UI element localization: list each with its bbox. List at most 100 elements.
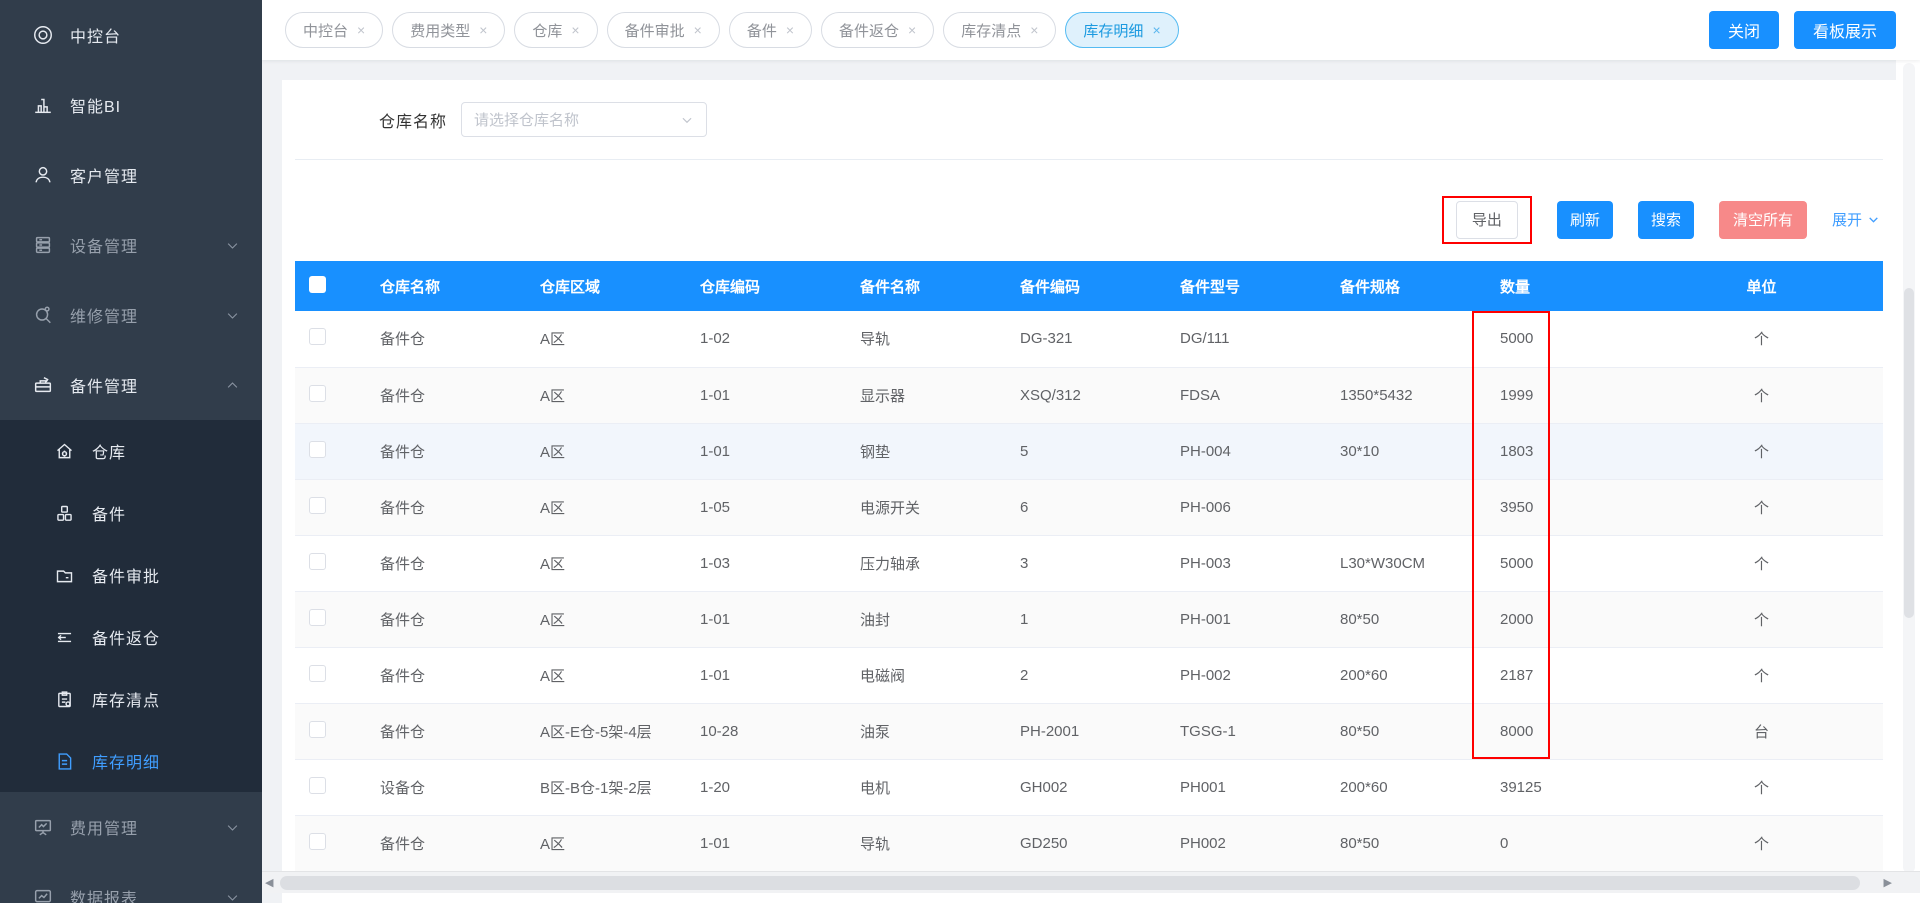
close-icon[interactable]: × xyxy=(908,23,916,37)
table-row[interactable]: 备件仓 A区 1-01 电磁阀 2 PH-002 200*60 2187 个 xyxy=(295,647,1883,704)
row-checkbox[interactable] xyxy=(309,664,326,682)
table-row[interactable]: 备件仓 A区-E仓-5架-4层 10-28 油泵 PH-2001 TGSG-1 80*50 8… xyxy=(295,703,1883,760)
column-header-备件规格: 备件规格 xyxy=(1320,261,1480,311)
close-icon[interactable]: × xyxy=(786,23,794,37)
cell-备件名称: 电源开关 xyxy=(840,479,1000,536)
tab-label: 备件审批 xyxy=(624,22,685,40)
cell-仓库编码: 1-01 xyxy=(680,423,840,480)
tab-备件审批[interactable]: 备件审批 × xyxy=(606,12,720,48)
column-header-仓库编码: 仓库编码 xyxy=(680,261,840,311)
cell-备件编码: 5 xyxy=(1000,423,1160,480)
table-row[interactable]: 备件仓 A区 1-05 电源开关 6 PH-006 3950 个 xyxy=(295,479,1883,536)
row-checkbox[interactable] xyxy=(309,608,326,626)
close-icon[interactable]: × xyxy=(357,23,365,37)
row-checkbox[interactable] xyxy=(309,384,326,402)
cell-备件编码: GD250 xyxy=(1000,815,1160,872)
expand-label: 展开 xyxy=(1831,212,1862,229)
sidebar-item-备件审批[interactable]: 备件审批 xyxy=(0,544,262,606)
tab-仓库[interactable]: 仓库 × xyxy=(514,12,598,48)
tab-中控台[interactable]: 中控台 × xyxy=(285,12,384,48)
vertical-scrollbar[interactable] xyxy=(1903,63,1915,873)
chevron-up-icon xyxy=(225,378,240,393)
cell-仓库名称: 备件仓 xyxy=(360,311,520,368)
close-icon[interactable]: × xyxy=(1152,23,1160,37)
row-checkbox[interactable] xyxy=(309,832,326,850)
scroll-left-icon[interactable]: ◀ xyxy=(265,876,273,889)
cell-备件规格: 200*60 xyxy=(1320,647,1480,704)
sidebar-item-库存明细[interactable]: 库存明细 xyxy=(0,730,262,792)
sidebar-item-label: 库存清点 xyxy=(92,693,161,710)
table-row[interactable]: 备件仓 A区 1-01 钢垫 5 PH-004 30*10 1803 个 xyxy=(295,423,1883,480)
tab-备件返仓[interactable]: 备件返仓 × xyxy=(821,12,935,48)
row-checkbox[interactable] xyxy=(309,720,326,738)
sidebar-item-仓库[interactable]: 仓库 xyxy=(0,420,262,482)
sidebar-item-备件返仓[interactable]: 备件返仓 xyxy=(0,606,262,668)
sidebar-item-费用管理[interactable]: 费用管理 xyxy=(0,792,262,862)
board-display-button[interactable]: 看板展示 xyxy=(1793,11,1896,49)
horizontal-scrollbar-thumb[interactable] xyxy=(280,876,1860,890)
cell-备件名称: 导轨 xyxy=(840,815,1000,872)
sidebar-item-中控台[interactable]: 中控台 xyxy=(0,0,262,70)
sidebar-item-设备管理[interactable]: 设备管理 xyxy=(0,210,262,280)
cell-仓库名称: 设备仓 xyxy=(360,759,520,816)
sidebar-item-label: 费用管理 xyxy=(70,821,139,838)
column-header-备件名称: 备件名称 xyxy=(840,261,1000,311)
expand-link[interactable]: 展开 xyxy=(1832,209,1880,230)
export-button[interactable]: 导出 xyxy=(1455,200,1518,239)
sidebar-item-维修管理[interactable]: 维修管理 xyxy=(0,280,262,350)
sidebar-item-客户管理[interactable]: 客户管理 xyxy=(0,140,262,210)
sidebar-item-label: 中控台 xyxy=(70,29,122,46)
table-row[interactable]: 备件仓 A区 1-01 油封 1 PH-001 80*50 2000 个 xyxy=(295,591,1883,648)
tab-库存明细[interactable]: 库存明细 × xyxy=(1065,12,1179,48)
cell-仓库名称: 备件仓 xyxy=(360,647,520,704)
sidebar-item-label: 数据报表 xyxy=(70,891,139,903)
sidebar-item-库存清点[interactable]: 库存清点 xyxy=(0,668,262,730)
row-checkbox[interactable] xyxy=(309,440,326,458)
cell-单位: 个 xyxy=(1640,367,1883,424)
select-all-checkbox[interactable] xyxy=(309,275,326,293)
row-checkbox[interactable] xyxy=(309,776,326,794)
scroll-right-icon[interactable]: ▶ xyxy=(1884,876,1892,889)
repair-icon xyxy=(32,304,54,326)
sidebar: 中控台智能BI 客户管理设备管理维修管理 备件管理 仓库 备件 备件审批 备件返仓库存清点… xyxy=(0,0,262,903)
cell-单位: 个 xyxy=(1640,311,1883,368)
table-row[interactable]: 备件仓 A区 1-01 导轨 GD250 PH002 80*50 0 个 xyxy=(295,815,1883,872)
cell-备件型号: PH-004 xyxy=(1160,423,1320,480)
cell-仓库编码: 1-05 xyxy=(680,479,840,536)
tab-费用类型[interactable]: 费用类型 × xyxy=(392,12,506,48)
search-button[interactable]: 搜索 xyxy=(1637,200,1694,239)
warehouse-select[interactable]: 请选择仓库名称 xyxy=(461,102,708,137)
sidebar-item-智能BI[interactable]: 智能BI xyxy=(0,70,262,140)
horizontal-scrollbar[interactable]: ◀ ▶ xyxy=(262,871,1920,893)
clear-all-button[interactable]: 清空所有 xyxy=(1718,200,1807,239)
cell-数量: 39125 xyxy=(1480,759,1640,816)
cell-备件编码: DG-321 xyxy=(1000,311,1160,368)
sidebar-item-备件[interactable]: 备件 xyxy=(0,482,262,544)
cell-仓库名称: 备件仓 xyxy=(360,703,520,760)
row-checkbox[interactable] xyxy=(309,496,326,514)
tab-备件[interactable]: 备件 × xyxy=(728,12,813,48)
close-icon[interactable]: × xyxy=(1030,23,1038,37)
cell-备件名称: 导轨 xyxy=(840,311,1000,368)
row-checkbox[interactable] xyxy=(309,328,326,346)
cell-仓库编码: 1-03 xyxy=(680,535,840,592)
close-button[interactable]: 关闭 xyxy=(1708,11,1779,49)
console-icon xyxy=(32,24,54,46)
sidebar-item-备件管理[interactable]: 备件管理 xyxy=(0,350,262,420)
row-checkbox[interactable] xyxy=(309,552,326,570)
table-row[interactable]: 备件仓 A区 1-02 导轨 DG-321 DG/111 5000 个 xyxy=(295,311,1883,368)
close-icon[interactable]: × xyxy=(694,23,702,37)
tab-bar: 中控台 × 费用类型 × 仓库 × 备件审批 × 备件 × 备件返仓 × 库存清点 × 库存明细 × xyxy=(285,12,1709,48)
close-icon[interactable]: × xyxy=(571,23,579,37)
table-row[interactable]: 备件仓 A区 1-03 压力轴承 3 PH-003 L30*W30CM 5000 个 xyxy=(295,535,1883,592)
refresh-button[interactable]: 刷新 xyxy=(1556,200,1613,239)
table-row[interactable]: 备件仓 A区 1-01 显示器 XSQ/312 FDSA 1350*5432 1999 个 xyxy=(295,367,1883,424)
cell-单位: 个 xyxy=(1640,759,1883,816)
vertical-scrollbar-thumb[interactable] xyxy=(1904,288,1914,618)
tab-库存清点[interactable]: 库存清点 × xyxy=(943,12,1057,48)
sidebar-item-数据报表[interactable]: 数据报表 xyxy=(0,862,262,903)
sidebar-item-label: 设备管理 xyxy=(70,239,139,256)
cell-单位: 个 xyxy=(1640,535,1883,592)
close-icon[interactable]: × xyxy=(479,23,487,37)
table-row[interactable]: 设备仓 B区-B仓-1架-2层 1-20 电机 GH002 PH001 200*60 3912… xyxy=(295,759,1883,816)
